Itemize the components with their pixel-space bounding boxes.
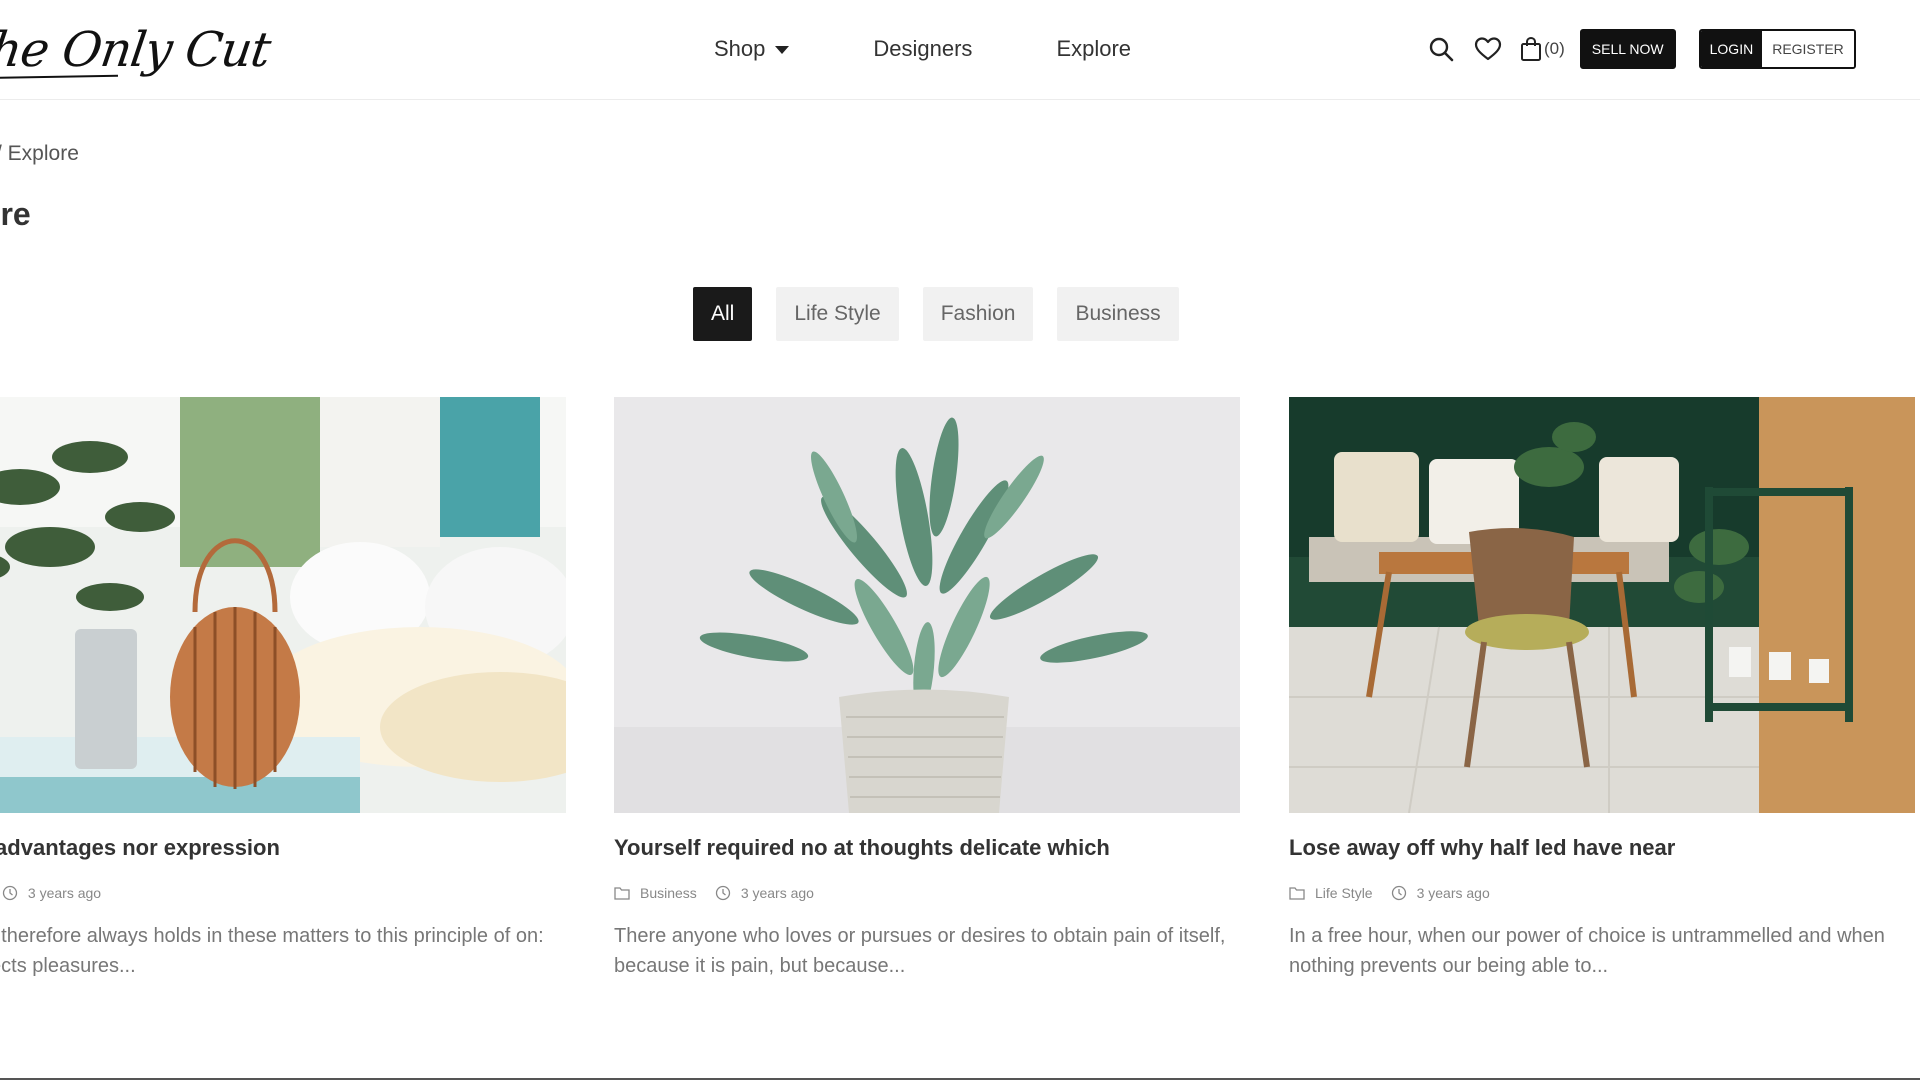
post-excerpt: There anyone who loves or pursues or des… — [614, 925, 1226, 977]
main-nav: Shop Designers Explore — [714, 36, 1131, 62]
post-card[interactable]: Yourself required no at thoughts delicat… — [614, 397, 1240, 981]
post-image[interactable] — [1289, 397, 1915, 813]
shopping-bag-icon — [1521, 36, 1541, 61]
register-button[interactable]: REGISTER — [1762, 31, 1854, 67]
site-logo[interactable]: The Only Cut — [0, 14, 273, 86]
nav-item-explore[interactable]: Explore — [1056, 36, 1131, 62]
post-excerpt: e man therefore always holds in these ma… — [0, 925, 544, 977]
search-button[interactable] — [1426, 34, 1456, 64]
filter-business[interactable]: Business — [1057, 287, 1179, 341]
heart-icon — [1474, 37, 1502, 61]
chevron-down-icon — [775, 46, 790, 54]
post-title[interactable]: Lose away off why half led have near — [1289, 835, 1915, 861]
site-header: The Only Cut Shop Designers Explore (0) … — [0, 0, 1920, 100]
cart-button[interactable]: (0) — [1520, 36, 1565, 62]
nav-item-label: Shop — [714, 36, 766, 61]
search-icon — [1429, 37, 1454, 62]
post-category[interactable]: Business — [640, 885, 697, 901]
post-card[interactable]: Lose away off why half led have near Lif… — [1289, 397, 1915, 981]
filter-all[interactable]: All — [693, 287, 753, 341]
folder-icon — [614, 886, 630, 900]
auth-group: LOGIN REGISTER — [1698, 29, 1856, 69]
post-meta: Life Style 3 years ago — [1289, 885, 1915, 901]
wishlist-button[interactable] — [1473, 34, 1503, 64]
filter-life-style[interactable]: Life Style — [776, 287, 899, 341]
nav-item-label: Explore — [1056, 36, 1132, 61]
page-title: lore — [0, 196, 31, 232]
header-actions: (0) SELL NOW LOGIN REGISTER — [1426, 29, 1856, 69]
nav-item-designers[interactable]: Designers — [873, 36, 972, 62]
post-time: 3 years ago — [27, 885, 102, 901]
post-time: 3 years ago — [740, 885, 814, 901]
login-button[interactable]: LOGIN — [1700, 31, 1763, 67]
post-image[interactable] — [614, 397, 1240, 813]
post-title[interactable]: Yourself required no at thoughts delicat… — [614, 835, 1240, 861]
nav-item-label: Designers — [873, 36, 973, 61]
cart-count: (0) — [1544, 39, 1565, 58]
clock-icon — [2, 885, 18, 901]
category-filters: All Life Style Fashion Business — [693, 287, 1179, 341]
post-card[interactable]: ively advantages nor expression yle 3 ye… — [0, 397, 566, 981]
filter-fashion[interactable]: Fashion — [922, 287, 1034, 341]
breadcrumb[interactable]: / Explore — [0, 142, 79, 166]
post-excerpt: In a free hour, when our power of choice… — [1289, 925, 1885, 977]
folder-icon — [1289, 886, 1305, 900]
logo-text: The Only Cut — [0, 22, 274, 78]
clock-icon — [1391, 885, 1407, 901]
nav-item-shop[interactable]: Shop — [714, 36, 790, 62]
post-time: 3 years ago — [1416, 885, 1490, 901]
post-title[interactable]: ively advantages nor expression — [0, 835, 566, 861]
post-meta: yle 3 years ago — [0, 885, 566, 901]
post-category[interactable]: Life Style — [1315, 885, 1373, 901]
sell-now-button[interactable]: SELL NOW — [1579, 29, 1676, 69]
post-image[interactable] — [0, 397, 566, 813]
clock-icon — [715, 885, 731, 901]
post-meta: Business 3 years ago — [614, 885, 1240, 901]
